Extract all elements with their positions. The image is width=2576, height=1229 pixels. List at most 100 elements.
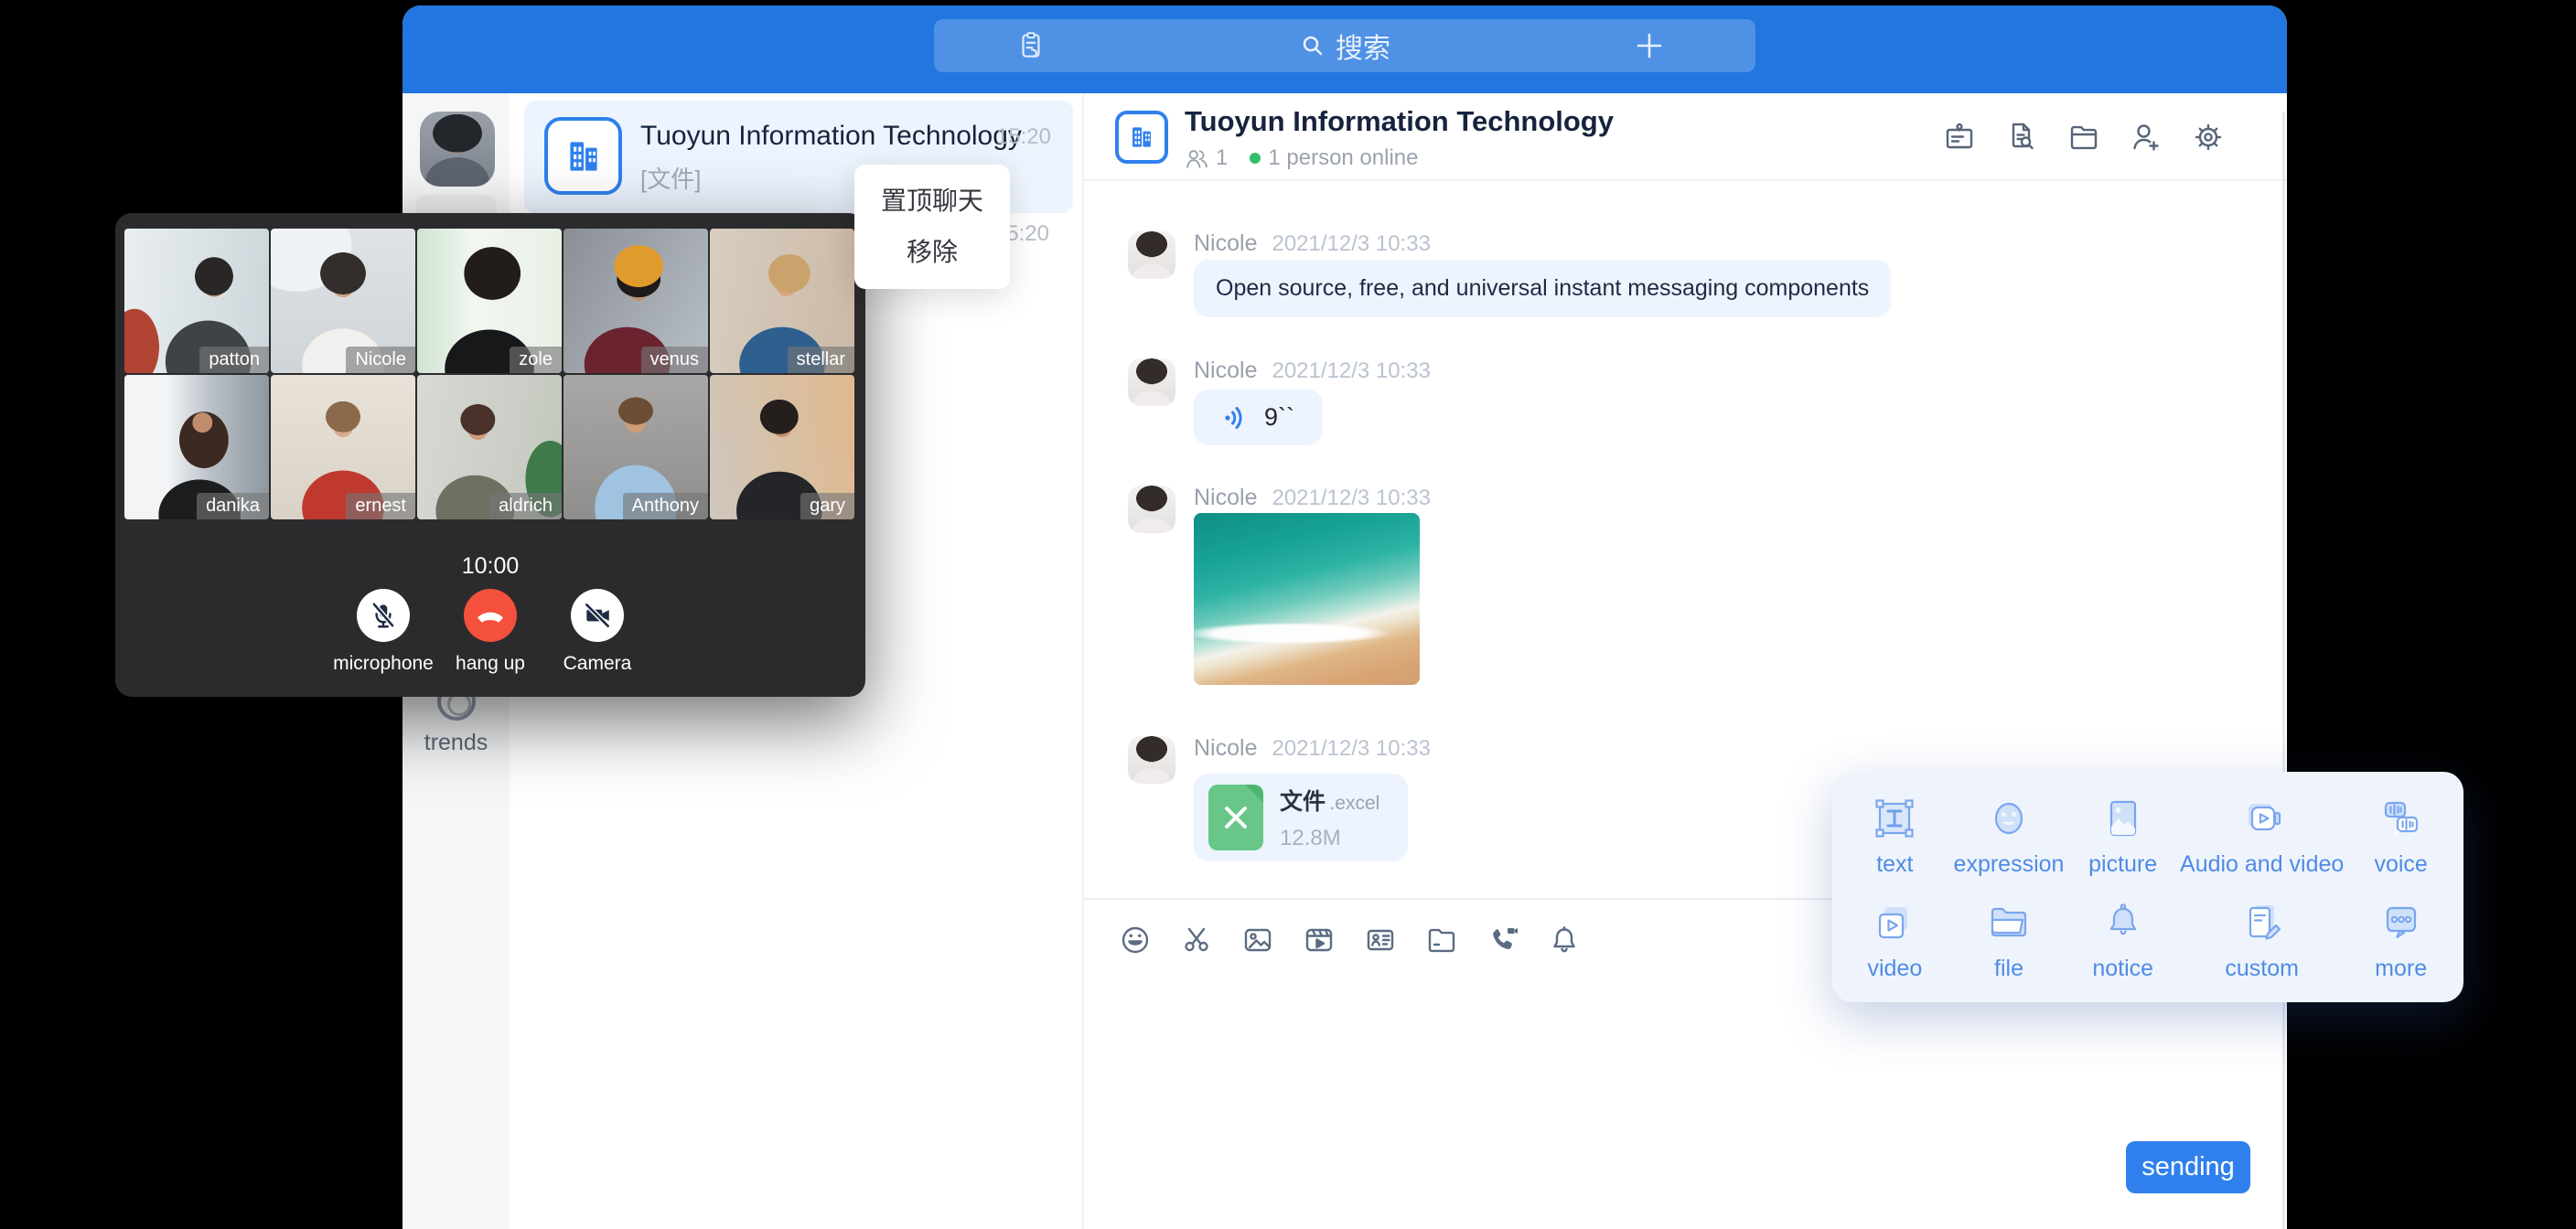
sender-name: Nicole	[1194, 735, 1257, 762]
search-placeholder: 搜索	[1336, 26, 1390, 66]
expression-icon	[1983, 793, 2034, 844]
voice-message-bubble[interactable]: 9``	[1194, 390, 1323, 445]
file-info: 文件 .excel 12.8M	[1280, 784, 1379, 851]
chat-header-actions	[1939, 117, 2228, 157]
panel-item-audio-video[interactable]: Audio and video	[2180, 783, 2344, 887]
voice-icon	[2376, 793, 2427, 844]
chat-record-search-icon[interactable]	[2002, 117, 2042, 157]
participant-tile[interactable]: patton	[124, 229, 269, 373]
hang-up-icon	[474, 599, 507, 632]
message-time: 2021/12/3 10:33	[1272, 358, 1431, 384]
participant-tile[interactable]: gary	[710, 375, 854, 519]
participant-tile[interactable]: aldrich	[417, 375, 562, 519]
contact-card-icon[interactable]	[1360, 920, 1401, 960]
sender-avatar[interactable]	[1128, 736, 1175, 784]
audio-video-icon	[2237, 793, 2288, 844]
message-text: Open source, free, and universal instant…	[1194, 260, 1891, 317]
top-bar: 搜索	[402, 5, 2287, 93]
video-icon	[1869, 897, 1920, 948]
panel-item-notice[interactable]: notice	[2066, 887, 2180, 991]
screenshot-icon[interactable]	[1176, 920, 1217, 960]
participant-name: ernest	[346, 493, 415, 519]
notification-icon[interactable]	[1544, 920, 1584, 960]
panel-item-file[interactable]: file	[1952, 887, 2066, 991]
add-icon[interactable]	[1635, 31, 1664, 60]
message-time: 2021/12/3 10:33	[1272, 486, 1431, 511]
sender-avatar[interactable]	[1128, 358, 1175, 406]
panel-item-more[interactable]: more	[2344, 887, 2458, 991]
participant-tile[interactable]: venus	[564, 229, 708, 373]
participant-tile[interactable]: stellar	[710, 229, 854, 373]
send-button[interactable]: sending	[2126, 1141, 2250, 1193]
message-time: 2021/12/3 10:33	[1272, 231, 1431, 257]
video-clip-icon[interactable]	[1299, 920, 1339, 960]
participant-tile[interactable]: danika	[124, 375, 269, 519]
participant-name: aldrich	[489, 493, 562, 519]
participant-name: Nicole	[346, 347, 415, 373]
file-extension: .excel	[1329, 793, 1379, 814]
microphone-muted-icon	[368, 600, 399, 631]
context-menu: 置顶聊天 移除	[854, 165, 1010, 289]
add-member-icon[interactable]	[2126, 117, 2166, 157]
panel-item-text[interactable]: text	[1838, 783, 1952, 887]
video-call-window[interactable]: patton Nicole zole venus stellar danika …	[115, 213, 865, 697]
scrollbar[interactable]	[2282, 112, 2285, 1229]
attachment-panel: text expression picture Audio and video	[1832, 772, 2463, 1002]
voice-wave-icon	[1222, 403, 1251, 433]
menu-item-remove[interactable]: 移除	[854, 227, 1010, 278]
file-name: 文件	[1280, 789, 1326, 815]
message-header: Nicole 2021/12/3 10:33	[1194, 230, 1431, 257]
message-header: Nicole 2021/12/3 10:33	[1194, 735, 1431, 762]
my-avatar[interactable]	[420, 112, 495, 187]
group-avatar	[544, 117, 622, 195]
panel-item-custom[interactable]: custom	[2180, 887, 2344, 991]
settings-icon[interactable]	[2188, 117, 2228, 157]
chat-header: Tuoyun Information Technology 1 1 person…	[1084, 93, 2287, 181]
image-message-beach-photo[interactable]	[1194, 513, 1420, 685]
message-time: 2021/12/3 10:33	[1272, 736, 1431, 762]
sender-avatar[interactable]	[1128, 486, 1175, 533]
camera-button[interactable]: Camera	[544, 589, 651, 675]
camera-label: Camera	[544, 653, 651, 675]
participant-tile[interactable]: Nicole	[271, 229, 415, 373]
sender-avatar[interactable]	[1128, 231, 1175, 279]
search-bar[interactable]: 搜索	[934, 19, 1755, 72]
text-icon	[1869, 793, 1920, 844]
online-status: 1 person online	[1268, 145, 1418, 171]
panel-item-voice[interactable]: voice	[2344, 783, 2458, 887]
file-message-bubble[interactable]: 文件 .excel 12.8M	[1194, 774, 1408, 861]
member-count: 1	[1216, 145, 1228, 171]
members-icon	[1185, 146, 1208, 170]
trends-label: trends	[402, 730, 510, 756]
participant-tile[interactable]: ernest	[271, 375, 415, 519]
custom-icon	[2237, 897, 2288, 948]
voice-duration: 9``	[1264, 403, 1294, 432]
panel-item-picture[interactable]: picture	[2066, 783, 2180, 887]
microphone-button[interactable]: microphone	[330, 589, 437, 675]
input-toolbar	[1115, 920, 1584, 960]
online-dot	[1250, 153, 1261, 164]
group-folder-icon[interactable]	[2064, 117, 2104, 157]
panel-item-video[interactable]: video	[1838, 887, 1952, 991]
call-icon[interactable]	[1483, 920, 1523, 960]
message-header: Nicole 2021/12/3 10:33	[1194, 358, 1431, 384]
emoji-icon[interactable]	[1115, 920, 1155, 960]
camera-muted-icon	[582, 600, 613, 631]
image-icon[interactable]	[1238, 920, 1278, 960]
participant-tile[interactable]: zole	[417, 229, 562, 373]
folder-icon[interactable]	[1422, 920, 1462, 960]
text-message-bubble[interactable]: Open source, free, and universal instant…	[1194, 260, 1891, 317]
participant-grid: patton Nicole zole venus stellar danika …	[124, 229, 854, 519]
group-notice-icon[interactable]	[1939, 117, 1980, 157]
participant-name: stellar	[788, 347, 854, 373]
menu-item-pin-chat[interactable]: 置顶聊天	[854, 176, 1010, 227]
participant-name: danika	[197, 493, 269, 519]
call-controls: microphone hang up Camera	[115, 589, 865, 675]
hang-up-button[interactable]: hang up	[437, 589, 544, 675]
search-field[interactable]: 搜索	[934, 19, 1755, 72]
participant-tile[interactable]: Anthony	[564, 375, 708, 519]
participant-name: Anthony	[623, 493, 708, 519]
sender-name: Nicole	[1194, 358, 1257, 384]
panel-item-expression[interactable]: expression	[1952, 783, 2066, 887]
conversation-last-message: [文件]	[640, 161, 701, 195]
